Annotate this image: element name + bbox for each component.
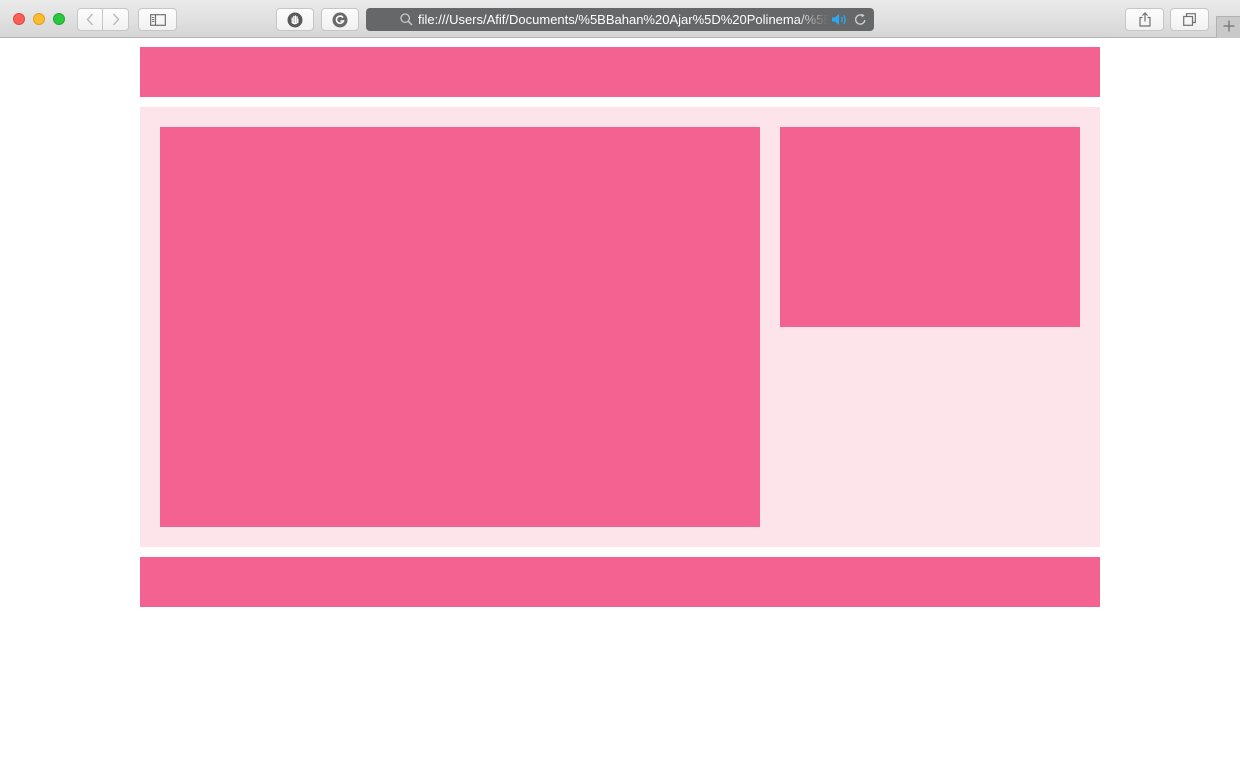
sidebar-icon — [149, 13, 166, 26]
extension-grammarly-button[interactable] — [321, 8, 359, 31]
browser-toolbar: file:///Users/Afif/Documents/%5BBahan%20… — [0, 0, 1240, 38]
window-close-button[interactable] — [13, 13, 25, 25]
grammarly-icon — [332, 12, 348, 28]
tab-overview-button[interactable] — [1170, 8, 1209, 31]
speaker-icon[interactable] — [831, 13, 849, 31]
window-minimize-button[interactable] — [33, 13, 45, 25]
address-bar[interactable]: file:///Users/Afif/Documents/%5BBahan%20… — [366, 8, 874, 31]
hand-stop-icon — [287, 12, 303, 28]
main-content-block — [160, 127, 760, 527]
chevron-right-icon — [112, 13, 120, 26]
tab-overview-icon — [1183, 13, 1196, 26]
page-viewport — [0, 39, 1240, 775]
plus-icon — [1223, 19, 1235, 37]
window-maximize-button[interactable] — [53, 13, 65, 25]
back-button[interactable] — [77, 8, 103, 31]
extension-hand-button[interactable] — [276, 8, 314, 31]
sidebar-toggle-button[interactable] — [138, 8, 177, 31]
url-text[interactable]: file:///Users/Afif/Documents/%5BBahan%20… — [418, 12, 828, 27]
search-icon — [400, 13, 413, 31]
share-button[interactable] — [1125, 8, 1164, 31]
header-block — [140, 47, 1100, 97]
forward-button[interactable] — [102, 8, 129, 31]
sidebar-block — [780, 127, 1080, 327]
footer-block — [140, 557, 1100, 607]
share-icon — [1138, 12, 1151, 27]
new-tab-button[interactable] — [1216, 16, 1240, 38]
chevron-left-icon — [86, 13, 94, 26]
reload-icon[interactable] — [854, 13, 867, 31]
